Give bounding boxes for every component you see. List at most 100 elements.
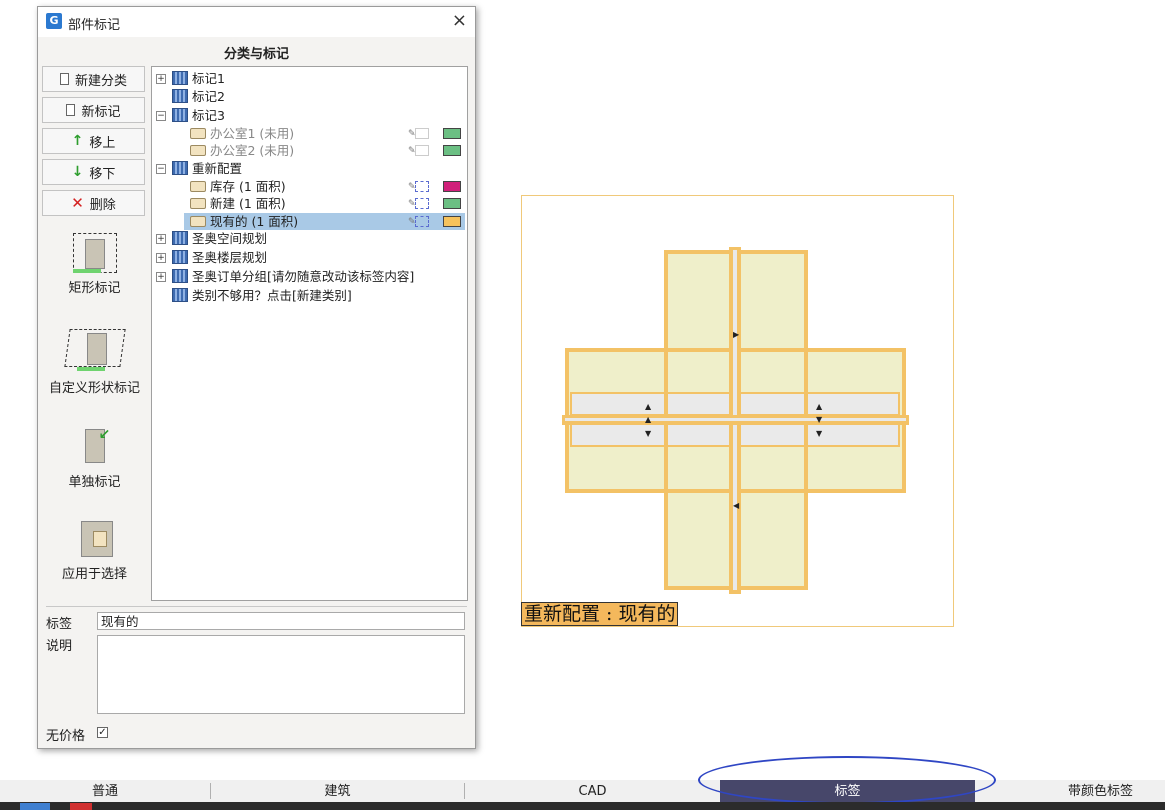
tree-item-tag[interactable]: 办公室2 (未用) ✎ bbox=[152, 142, 465, 159]
tab-cad[interactable]: CAD bbox=[465, 780, 720, 802]
arrow-down-marker-icon: ▼ bbox=[816, 415, 823, 424]
tree-item-tag[interactable]: 办公室1 (未用) ✎ bbox=[152, 125, 465, 142]
new-tag-button[interactable]: 新标记 bbox=[42, 97, 145, 123]
no-price-label: 无价格 bbox=[46, 729, 86, 744]
tree-item-new-category-hint[interactable]: 类别不够用？点击[新建类别] bbox=[152, 287, 465, 304]
arrow-down-marker-icon: ▼ bbox=[645, 429, 652, 438]
tag-icon bbox=[190, 198, 206, 209]
divider bbox=[46, 606, 467, 607]
tree-item-category[interactable]: + 标记1 bbox=[152, 70, 465, 87]
tree-item-tag-selected[interactable]: 现有的 (1 面积) ✎ bbox=[184, 213, 465, 230]
tree-item-label: 标记1 bbox=[192, 71, 225, 86]
tree-item-category[interactable]: + 圣奥空间规划 bbox=[152, 230, 465, 247]
category-icon bbox=[172, 71, 188, 85]
single-tag-label: 单独标记 bbox=[68, 475, 121, 490]
new-tag-label: 新标记 bbox=[81, 104, 121, 120]
new-document-icon bbox=[59, 73, 69, 85]
tab-architecture[interactable]: 建筑 bbox=[211, 780, 464, 802]
category-icon bbox=[172, 269, 188, 283]
arrow-down-icon: ↓ bbox=[71, 164, 84, 180]
move-up-button[interactable]: ↑ 移上 bbox=[42, 128, 145, 154]
mark-area-icon bbox=[415, 198, 429, 209]
tree-item-category[interactable]: − 标记3 bbox=[152, 107, 465, 124]
tree-item-label: 库存 (1 面积) bbox=[210, 179, 286, 194]
mark-area-icon bbox=[415, 128, 429, 139]
single-tag-icon: ↙ bbox=[73, 427, 117, 467]
custom-shape-tag-icon bbox=[63, 325, 127, 373]
tag-name-input[interactable]: 现有的 bbox=[97, 612, 465, 630]
tree-item-tag[interactable]: 新建 (1 面积) ✎ bbox=[152, 195, 465, 212]
apply-to-selection-tool[interactable]: 应用于选择 bbox=[42, 519, 147, 582]
expand-icon[interactable]: + bbox=[156, 272, 166, 282]
tag-icon bbox=[190, 216, 206, 227]
expand-icon[interactable]: + bbox=[156, 253, 166, 263]
tree-item-label: 办公室1 (未用) bbox=[210, 126, 295, 141]
category-icon bbox=[172, 288, 188, 302]
tree-item-label: 圣奥楼层规划 bbox=[192, 250, 268, 265]
tag-icon bbox=[190, 145, 206, 156]
custom-shape-tag-label: 自定义形状标记 bbox=[48, 381, 140, 396]
section-title: 分类与标记 bbox=[223, 47, 289, 62]
category-icon bbox=[172, 89, 188, 103]
arrow-up-marker-icon: ▲ bbox=[816, 402, 823, 411]
category-icon bbox=[172, 231, 188, 245]
horizontal-wall-core bbox=[565, 418, 906, 421]
move-down-button[interactable]: ↓ 移下 bbox=[42, 159, 145, 185]
close-button[interactable]: × bbox=[452, 10, 467, 32]
taskbar-app-icon[interactable] bbox=[20, 803, 50, 810]
tree-item-label: 类别不够用？点击[新建类别] bbox=[192, 288, 352, 303]
arrow-right-marker-icon: ▶ bbox=[733, 330, 740, 339]
delete-label: 删除 bbox=[89, 197, 116, 213]
rect-tag-tool[interactable]: 矩形标记 bbox=[42, 233, 147, 296]
expand-icon[interactable]: + bbox=[156, 234, 166, 244]
apply-to-selection-label: 应用于选择 bbox=[61, 567, 127, 582]
tag-caption: 重新配置 : 现有的 bbox=[521, 602, 679, 626]
delete-x-icon: ✕ bbox=[71, 194, 84, 212]
highlight-annotation bbox=[698, 756, 996, 804]
tag-color-swatch[interactable] bbox=[443, 181, 461, 192]
taskbar-app-icon[interactable] bbox=[70, 803, 92, 810]
tree-item-category[interactable]: − 重新配置 bbox=[152, 160, 465, 177]
tree-item-label: 圣奥订单分组[请勿随意改动该标签内容] bbox=[192, 269, 415, 284]
arrow-up-marker-icon: ▲ bbox=[645, 415, 652, 424]
apply-to-selection-icon bbox=[73, 519, 117, 559]
tab-general[interactable]: 普通 bbox=[0, 780, 210, 802]
tag-color-swatch[interactable] bbox=[443, 216, 461, 227]
mark-area-icon bbox=[415, 216, 429, 227]
collapse-icon[interactable]: − bbox=[156, 164, 166, 174]
new-category-label: 新建分类 bbox=[74, 73, 127, 89]
tag-dialog: G 部件标记 × 分类与标记 新建分类 新标记 ↑ 移上 ↓ 移下 ✕ 删除 矩… bbox=[37, 6, 476, 749]
category-tree[interactable]: + 标记1 标记2 − 标记3 办公室1 (未用) ✎ 办公室2 (未用) ✎ bbox=[151, 66, 468, 601]
rect-tag-label: 矩形标记 bbox=[68, 281, 121, 296]
expand-icon[interactable]: + bbox=[156, 74, 166, 84]
custom-shape-tag-tool[interactable]: 自定义形状标记 bbox=[42, 325, 147, 396]
delete-button[interactable]: ✕ 删除 bbox=[42, 190, 145, 216]
new-category-button[interactable]: 新建分类 bbox=[42, 66, 145, 92]
tree-item-tag[interactable]: 库存 (1 面积) ✎ bbox=[152, 178, 465, 195]
collapse-icon[interactable]: − bbox=[156, 111, 166, 121]
tree-item-category[interactable]: + 圣奥楼层规划 bbox=[152, 249, 465, 266]
tree-item-label: 圣奥空间规划 bbox=[192, 231, 268, 246]
category-icon bbox=[172, 250, 188, 264]
new-document-icon bbox=[66, 104, 76, 116]
tree-item-category[interactable]: 标记2 bbox=[152, 88, 465, 105]
tree-item-label: 标记3 bbox=[192, 108, 225, 123]
no-price-checkbox[interactable]: ✓ bbox=[97, 727, 108, 738]
move-down-label: 移下 bbox=[89, 166, 116, 182]
move-up-label: 移上 bbox=[89, 135, 116, 151]
tag-color-swatch[interactable] bbox=[443, 145, 461, 156]
category-icon bbox=[172, 161, 188, 175]
arrow-down-marker-icon: ▼ bbox=[816, 429, 823, 438]
tree-item-label: 现有的 (1 面积) bbox=[210, 214, 299, 229]
description-textarea[interactable] bbox=[97, 635, 465, 714]
tag-color-swatch[interactable] bbox=[443, 198, 461, 209]
tag-color-swatch[interactable] bbox=[443, 128, 461, 139]
single-tag-tool[interactable]: ↙ 单独标记 bbox=[42, 427, 147, 490]
dialog-titlebar[interactable]: G 部件标记 × bbox=[38, 7, 475, 37]
tab-colored-tags[interactable]: 带颜色标签 bbox=[976, 780, 1165, 802]
rect-tag-icon bbox=[72, 233, 117, 273]
tree-item-category[interactable]: + 圣奥订单分组[请勿随意改动该标签内容] bbox=[152, 268, 465, 285]
tree-item-label: 新建 (1 面积) bbox=[210, 196, 286, 211]
arrow-left-marker-icon: ◀ bbox=[733, 501, 740, 510]
arrow-up-icon: ↑ bbox=[71, 133, 84, 149]
